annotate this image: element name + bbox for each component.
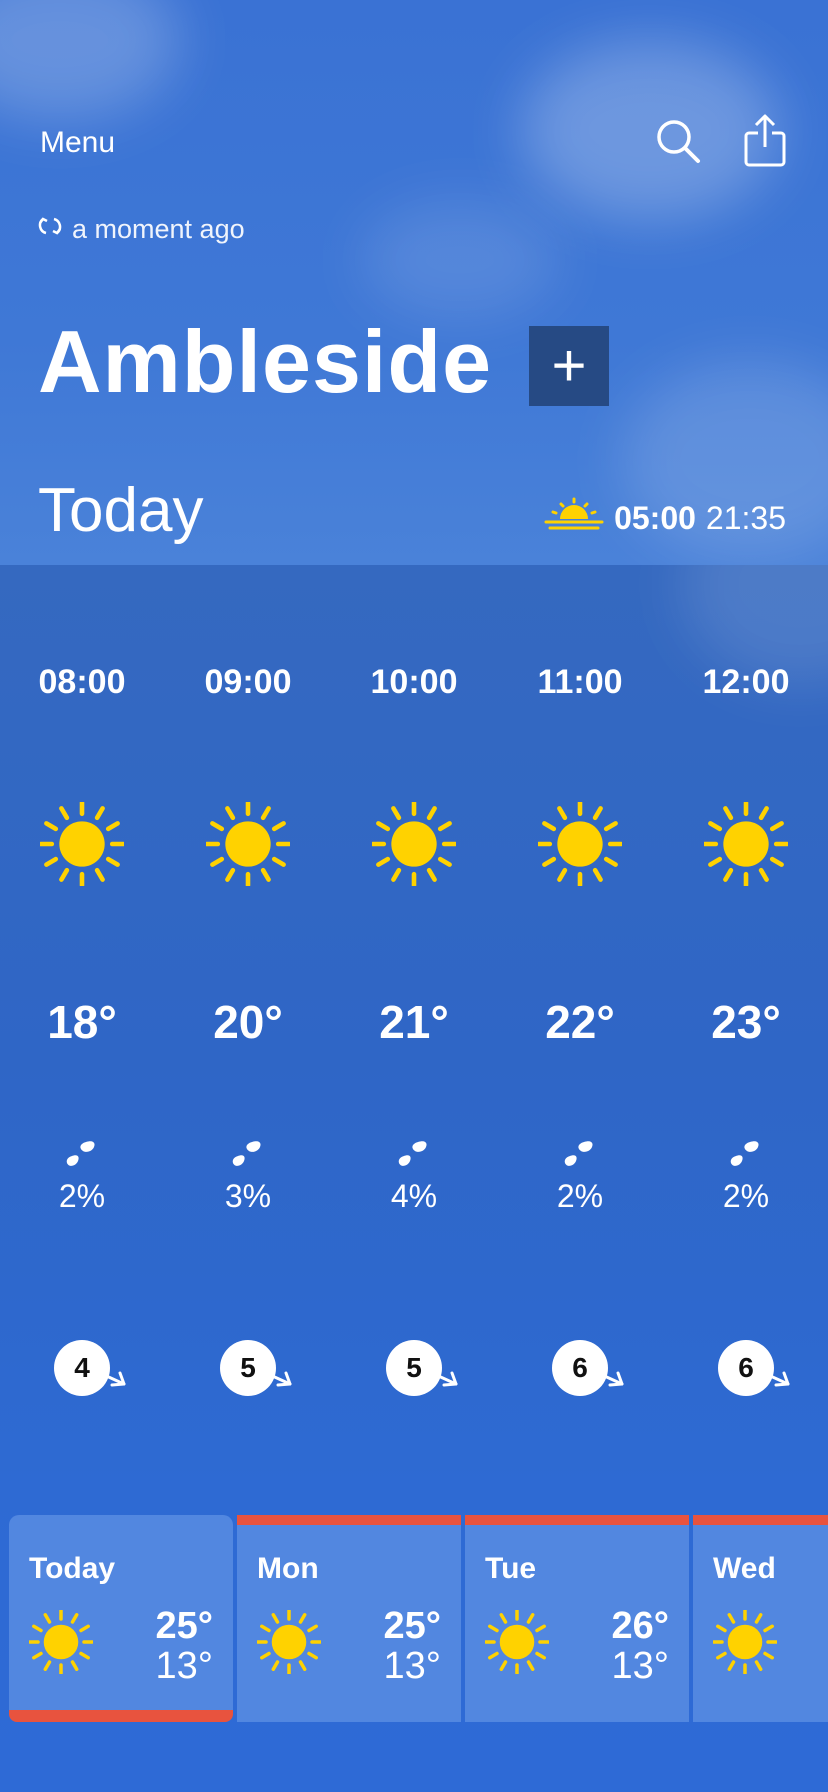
raindrops-icon [64,1140,100,1172]
sun-times: 05:00 21:35 [544,497,786,539]
sun-icon [702,800,790,888]
selected-indicator [9,1710,233,1722]
today-heading: Today [38,476,204,545]
sun-icon [536,800,624,888]
day-high-temp: 26° [611,1605,669,1647]
raindrops-icon [230,1140,266,1172]
hour-temperature: 23° [711,996,781,1048]
day-low-temp: 13° [383,1645,441,1687]
wind-direction-icon [432,1368,460,1390]
location-title: Ambleside [38,312,493,411]
day-high-temp: 25° [155,1605,213,1647]
day-name: Tue [485,1552,537,1585]
hour-time: 08:00 [38,663,126,701]
raindrops-icon [396,1140,432,1172]
wind-direction-icon [764,1368,792,1390]
hour-column: 10:00 21° 4% 5 [331,565,497,1425]
hour-time: 11:00 [537,663,623,701]
sunrise-icon [544,497,604,539]
daily-forecast[interactable]: Today 25° 13° Mon 25° 13° Tue 26° 13° Wed [0,1515,828,1725]
day-card-today[interactable]: Today 25° 13° [9,1515,233,1722]
hour-temperature: 21° [379,996,449,1048]
sun-icon [370,800,458,888]
rain-probability: 4% [390,1178,438,1214]
hour-column: 09:00 20° 3% 5 [165,565,331,1425]
add-location-button[interactable]: + [529,326,609,406]
sun-icon [204,800,292,888]
sunset-time: 21:35 [705,499,786,536]
sun-icon [483,1608,551,1676]
hour-time: 09:00 [204,663,292,701]
rain-probability: 2% [556,1178,604,1214]
hour-time: 10:00 [370,663,458,701]
hour-column: 08:00 18° 2% 4 [0,565,165,1425]
rain-probability: 2% [58,1178,106,1214]
rain-probability: 3% [224,1178,272,1214]
refresh-icon[interactable] [38,214,62,245]
day-low-temp: 13° [611,1645,669,1687]
day-divider-bar [465,1515,689,1525]
day-card-mon[interactable]: Mon 25° 13° [237,1515,461,1722]
sun-icon [711,1608,779,1676]
sun-icon [38,800,126,888]
day-divider-bar [237,1515,461,1525]
search-icon[interactable] [655,118,701,164]
hour-temperature: 20° [213,996,283,1048]
wind-direction-icon [100,1368,128,1390]
wind-direction-icon [598,1368,626,1390]
day-card-tue[interactable]: Tue 26° 13° [465,1515,689,1722]
rain-probability: 2% [722,1178,770,1214]
day-divider-bar [693,1515,828,1525]
last-updated: a moment ago [38,214,245,245]
updated-text: a moment ago [72,214,245,244]
sunrise-time: 05:00 [614,499,696,536]
sun-icon [27,1608,95,1676]
sun-icon [255,1608,323,1676]
day-name: Wed [713,1552,776,1585]
raindrops-icon [562,1140,598,1172]
day-name: Mon [257,1552,319,1585]
hour-column: 12:00 23° 2% 6 [663,565,828,1425]
hour-temperature: 22° [545,996,615,1048]
plus-icon: + [551,332,587,399]
menu-button[interactable]: Menu [40,126,115,160]
day-card-wed[interactable]: Wed [693,1515,828,1722]
wind-direction-icon [266,1368,294,1390]
header-area: Menu a moment ago Ambleside + Today 05:0… [0,0,828,565]
hour-temperature: 18° [47,996,117,1048]
share-icon[interactable] [744,113,786,167]
hour-time: 12:00 [702,663,790,701]
day-name: Today [29,1552,116,1585]
hour-column: 11:00 22° 2% 6 [497,565,663,1425]
raindrops-icon [728,1140,764,1172]
day-high-temp: 25° [383,1605,441,1647]
day-low-temp: 13° [155,1645,213,1687]
